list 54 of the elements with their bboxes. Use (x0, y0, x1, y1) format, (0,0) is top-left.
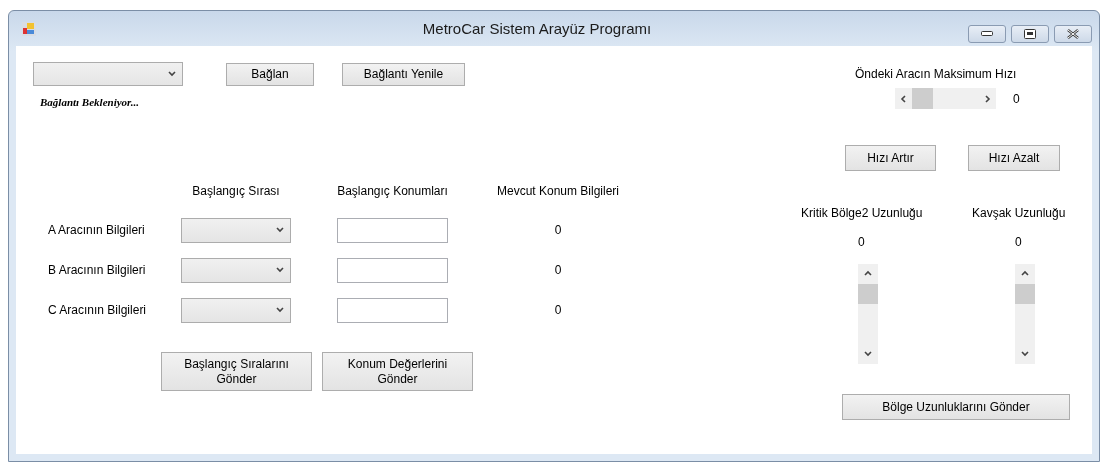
length-value: 0 (858, 235, 866, 249)
vehicle-label: A Aracının Bilgileri (48, 223, 146, 237)
length-scrollbar[interactable] (1015, 264, 1035, 364)
close-button[interactable] (1054, 25, 1092, 43)
chevron-down-icon[interactable] (864, 350, 872, 358)
scroll-thumb[interactable] (912, 88, 933, 109)
start-order-dropdown[interactable] (181, 297, 291, 323)
close-icon (1066, 29, 1080, 39)
current-position-value: 0 (554, 263, 562, 277)
maximize-button[interactable] (1011, 25, 1049, 43)
chevron-up-icon[interactable] (1021, 270, 1029, 278)
vehicle-label: B Aracının Bilgileri (48, 263, 147, 277)
column-header: Başlangıç Konumları (337, 184, 448, 198)
length-label: Kavşak Uzunluğu (972, 206, 1066, 220)
length-value: 0 (1015, 235, 1023, 249)
chevron-down-icon (168, 70, 176, 78)
chevron-down-icon (276, 306, 284, 314)
chevron-down-icon (276, 226, 284, 234)
start-order-dropdown[interactable] (181, 257, 291, 283)
max-speed-label: Öndeki Aracın Maksimum Hızı (855, 67, 1018, 81)
minimize-icon (981, 31, 993, 37)
start-position-field[interactable] (337, 217, 448, 243)
length-scrollbar[interactable] (858, 264, 878, 364)
window-title: MetroCar Sistem Arayüz Programı (421, 20, 653, 37)
current-position-value: 0 (554, 303, 562, 317)
connection-status: Bağlantı Bekleniyor... (40, 96, 140, 108)
chevron-down-icon[interactable] (1021, 350, 1029, 358)
length-label: Kritik Bölge2 Uzunluğu (801, 206, 924, 220)
increase-speed-button[interactable]: Hızı Artır (845, 145, 936, 171)
decrease-speed-button[interactable]: Hızı Azalt (968, 145, 1060, 171)
send-positions-button[interactable]: Konum Değerlerini Gönder (322, 352, 473, 391)
speed-value: 0 (1013, 91, 1020, 106)
chevron-up-icon[interactable] (864, 270, 872, 278)
vehicle-label: C Aracının Bilgileri (48, 303, 148, 317)
send-lengths-button[interactable]: Bölge Uzunluklarını Gönder (842, 394, 1070, 420)
chevron-left-icon[interactable] (899, 94, 908, 103)
minimize-button[interactable] (968, 25, 1006, 43)
scroll-thumb[interactable] (1015, 284, 1035, 304)
chevron-right-icon[interactable] (983, 94, 992, 103)
maximize-icon (1024, 29, 1036, 39)
column-header: Mevcut Konum Bilgileri (495, 184, 620, 198)
speed-scrollbar[interactable] (895, 88, 996, 109)
scroll-thumb[interactable] (858, 284, 878, 304)
send-start-order-button[interactable]: Başlangıç Sıralarını Gönder (161, 352, 312, 391)
app-icon (22, 21, 36, 36)
current-position-value: 0 (554, 223, 562, 237)
chevron-down-icon (276, 266, 284, 274)
refresh-connection-button[interactable]: Bağlantı Yenile (342, 62, 465, 86)
start-order-dropdown[interactable] (181, 217, 291, 243)
column-header: Başlangıç Sırası (191, 184, 281, 198)
port-dropdown[interactable] (33, 62, 183, 86)
start-position-field[interactable] (337, 297, 448, 323)
connect-button[interactable]: Bağlan (226, 62, 314, 86)
start-position-field[interactable] (337, 257, 448, 283)
